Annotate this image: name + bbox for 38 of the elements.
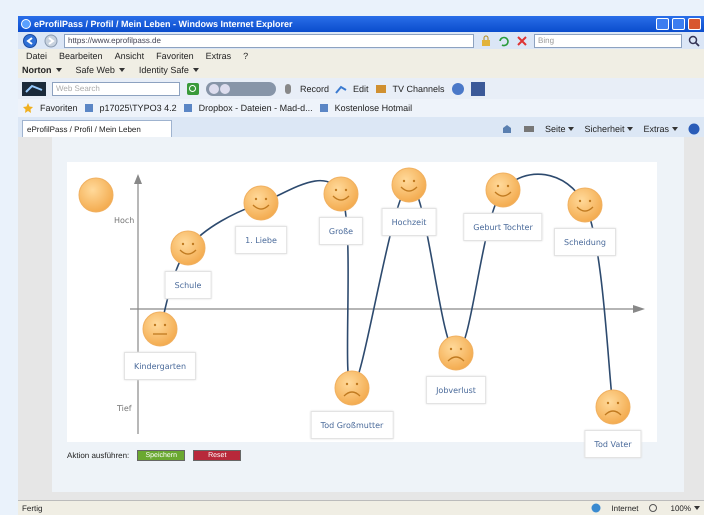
address-field[interactable]: https://www.eprofilpass.de	[64, 34, 474, 48]
browser-tab[interactable]: eProfilPass / Profil / Mein Leben	[22, 120, 172, 137]
event-label[interactable]: Jobverlust	[426, 376, 486, 404]
event-label[interactable]: 1. Liebe	[235, 226, 287, 254]
toolbar-button[interactable]: Identity Safe	[138, 65, 189, 75]
window-title: eProfilPass / Profil / Mein Leben - Windows Internet Explorer	[34, 19, 292, 29]
event-label[interactable]: Schule	[164, 271, 212, 299]
favorite-link[interactable]: p17025\TYPO3 4.2	[100, 103, 177, 113]
menu-item[interactable]: ?	[243, 50, 248, 60]
toolbar-button[interactable]: TV Channels	[392, 84, 445, 94]
axis-label: Hoch	[114, 216, 134, 226]
toolbar-button[interactable]: Record	[300, 84, 330, 94]
event-label[interactable]: Kindergarten	[124, 352, 196, 380]
menu-item[interactable]: Extras	[206, 50, 232, 60]
status-text: Fertig	[22, 504, 42, 512]
favorite-link[interactable]: Kostenlose Hotmail	[334, 103, 412, 113]
event-label[interactable]: Große	[318, 217, 364, 245]
event-label[interactable]: Geburt Tochter	[463, 213, 543, 241]
event-label[interactable]: Tod Vater	[584, 430, 642, 458]
toolbar-button[interactable]: Norton	[22, 65, 52, 75]
event-label[interactable]: Tod Großmutter	[310, 411, 394, 439]
event-label[interactable]: Scheidung	[554, 228, 616, 256]
menu-item[interactable]: Bearbeiten	[59, 50, 103, 60]
menu-item[interactable]: Datei	[26, 50, 48, 60]
command-button[interactable]: Sicherheit	[584, 124, 624, 134]
toolbar-button[interactable]: Safe Web	[76, 65, 115, 75]
favorite-link[interactable]: Dropbox - Dateien - Mad-d...	[198, 103, 313, 113]
zone-text: Internet	[611, 504, 639, 512]
menu-item[interactable]: Favoriten	[156, 50, 194, 60]
command-button[interactable]: Extras	[643, 124, 669, 134]
action-label: Aktion ausführen:	[67, 450, 130, 460]
zoom-button[interactable]: 100%	[670, 504, 691, 512]
toolbar-button[interactable]: Edit	[353, 84, 369, 94]
event-label[interactable]: Hochzeit	[382, 208, 436, 236]
command-button[interactable]: Seite	[544, 124, 566, 134]
axis-label: Tief	[117, 404, 132, 414]
menu-item[interactable]: Ansicht	[114, 50, 144, 60]
favorites-button[interactable]: Favoriten	[40, 103, 78, 113]
